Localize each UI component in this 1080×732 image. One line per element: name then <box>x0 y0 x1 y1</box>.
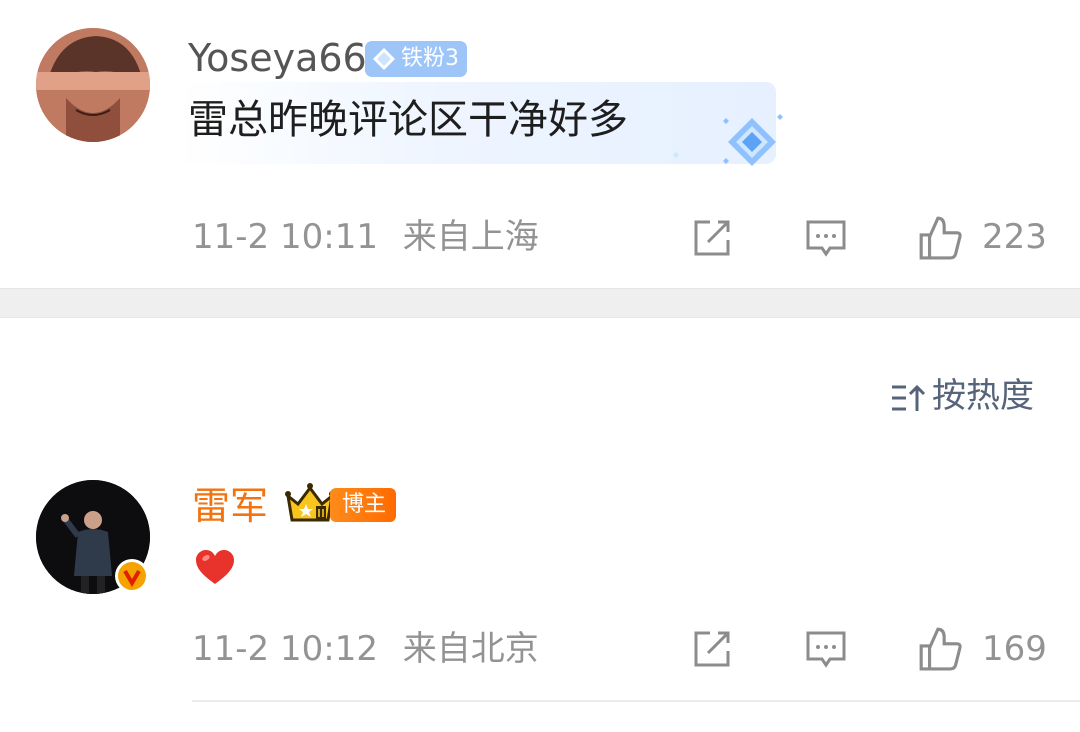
red-heart-icon <box>196 550 234 584</box>
comment-item: 雷军 博主 11-2 10:12 来自北京 169 <box>0 456 1080 732</box>
like-icon[interactable] <box>916 214 964 260</box>
diamond-decoration-icon <box>673 114 783 166</box>
sort-toggle[interactable]: 按热度 <box>890 374 1034 418</box>
share-icon[interactable] <box>690 627 734 671</box>
comment-icon[interactable] <box>804 216 848 260</box>
like-count: 169 <box>982 629 1047 669</box>
blogger-badge: 博主 <box>330 488 397 522</box>
location: 来自北京 <box>402 629 539 669</box>
crown-icon <box>285 483 335 522</box>
share-icon[interactable] <box>690 216 734 260</box>
bottom-divider <box>192 700 1080 702</box>
like-count: 223 <box>982 217 1047 257</box>
comment-meta: 11-2 10:12 来自北京 <box>192 629 539 669</box>
username[interactable]: Yoseya66 <box>188 36 367 80</box>
fan-badge-label: 铁粉3 <box>401 46 459 71</box>
username[interactable]: 雷军 <box>192 484 268 528</box>
timestamp: 11-2 10:11 <box>192 217 378 257</box>
location: 来自上海 <box>402 217 539 257</box>
verified-badge-icon <box>115 559 149 593</box>
comment-text: 雷总昨晚评论区干净好多 <box>188 97 628 143</box>
comment-item: Yoseya66 铁粉3 雷总昨晚评论区干净好多 11-2 10:11 来自上海… <box>0 0 1080 288</box>
comment-meta: 11-2 10:11 来自上海 <box>192 217 539 257</box>
sort-icon <box>892 384 926 411</box>
avatar[interactable] <box>36 28 150 142</box>
timestamp: 11-2 10:12 <box>192 629 378 669</box>
sort-label: 按热度 <box>932 376 1034 416</box>
section-divider <box>0 288 1080 318</box>
diamond-icon <box>373 48 395 70</box>
fan-badge[interactable]: 铁粉3 <box>365 41 467 77</box>
avatar-illustration <box>36 28 150 142</box>
like-icon[interactable] <box>916 625 964 671</box>
comment-icon[interactable] <box>804 627 848 671</box>
